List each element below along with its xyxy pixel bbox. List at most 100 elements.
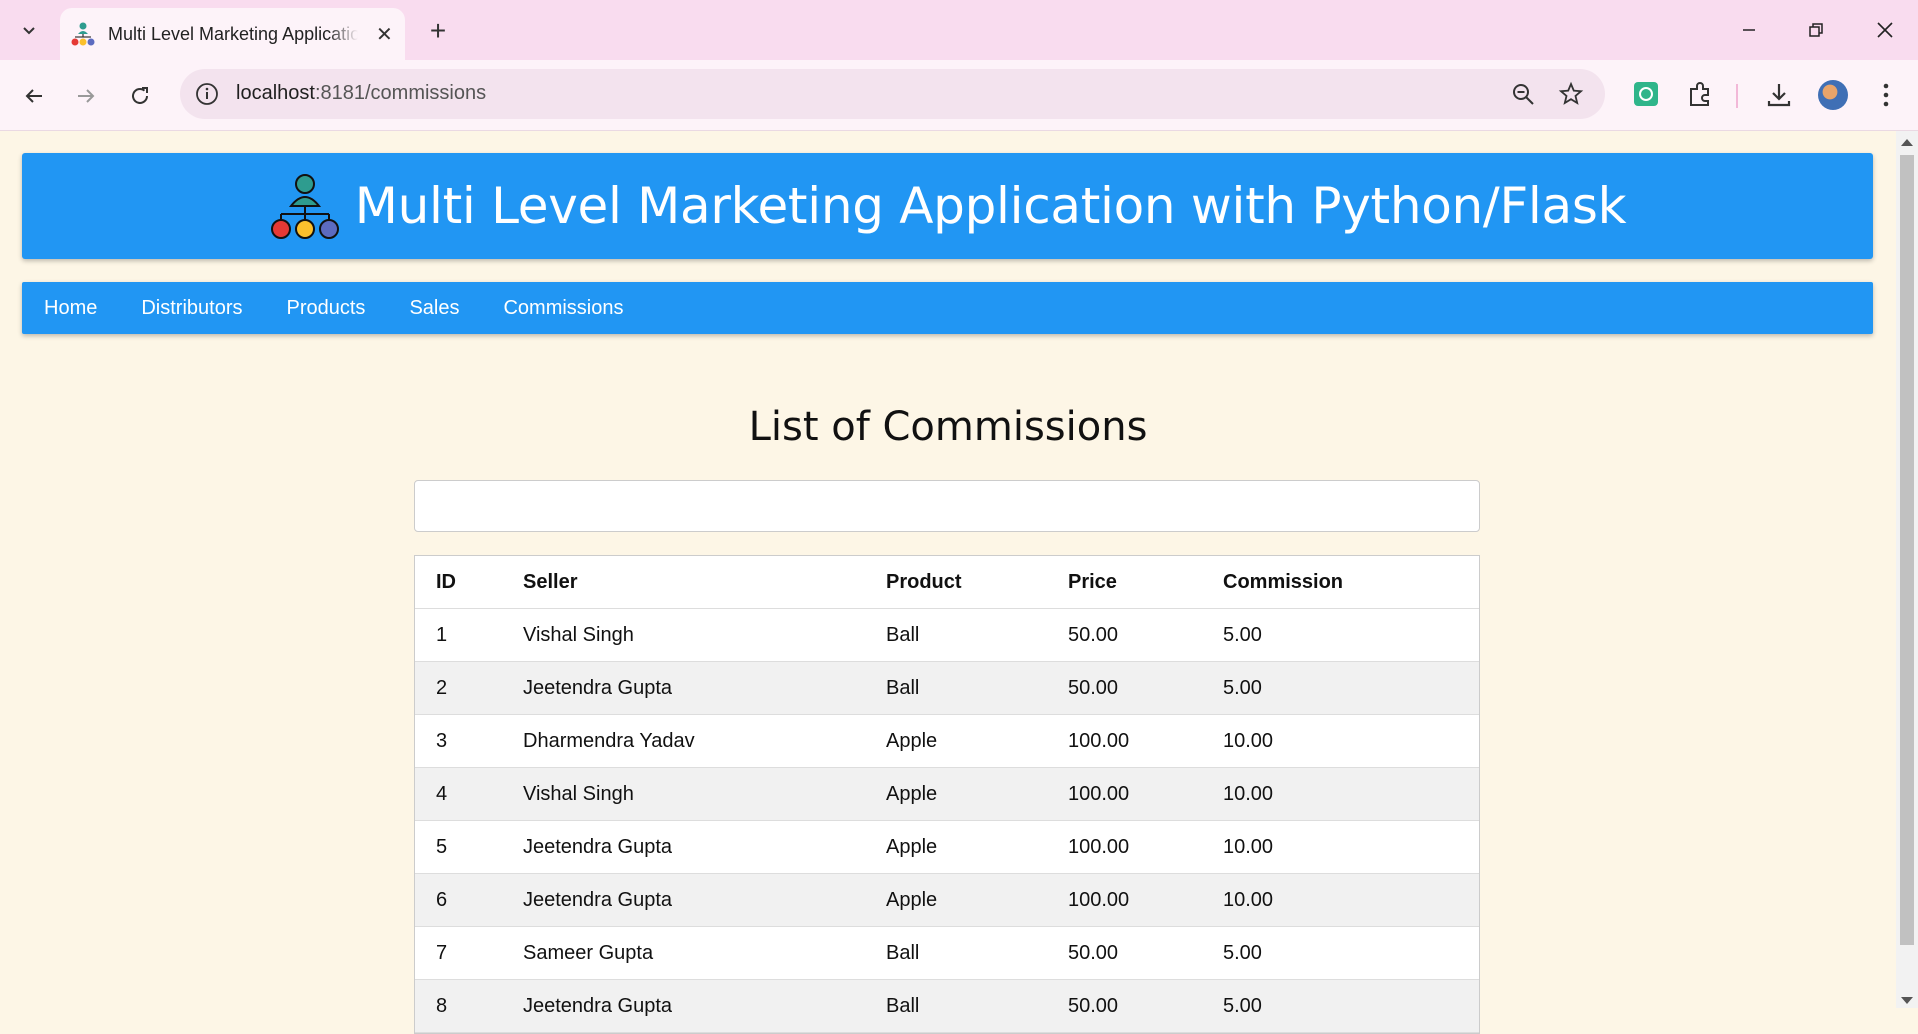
scroll-up-icon[interactable] <box>1901 139 1913 146</box>
profile-avatar[interactable] <box>1818 80 1848 110</box>
column-header-seller[interactable]: Seller <box>523 556 886 609</box>
minimize-icon <box>1743 29 1755 31</box>
tab-title: Multi Level Marketing Application with P… <box>108 23 358 44</box>
cell-seller: Dharmendra Yadav <box>523 714 886 768</box>
cell-product: Ball <box>886 608 1068 662</box>
cell-product: Ball <box>886 926 1068 980</box>
nav-home[interactable]: Home <box>22 282 119 334</box>
cell-product: Apple <box>886 767 1068 821</box>
page-title: List of Commissions <box>748 404 1148 450</box>
browser-tab-strip: Multi Level Marketing Application with P… <box>0 0 1918 60</box>
cell-commission: 5.00 <box>1223 661 1479 715</box>
more-menu-icon[interactable] <box>1876 81 1896 109</box>
browser-toolbar: localhost:8181/commissions <box>0 60 1918 131</box>
network-people-icon <box>270 174 339 239</box>
page-scrollbar[interactable] <box>1896 131 1918 1008</box>
back-button[interactable] <box>14 76 54 116</box>
cell-id: 7 <box>415 926 523 980</box>
nav-distributors[interactable]: Distributors <box>119 282 264 334</box>
cell-seller: Jeetendra Gupta <box>523 820 886 874</box>
table-row: 2 Jeetendra Gupta Ball 50.00 5.00 <box>415 661 1479 715</box>
cell-commission: 10.00 <box>1223 714 1479 768</box>
nav-commissions[interactable]: Commissions <box>481 282 645 334</box>
column-header-commission[interactable]: Commission <box>1223 556 1479 609</box>
close-tab-icon[interactable]: ✕ <box>376 22 393 47</box>
cell-seller: Jeetendra Gupta <box>523 873 886 927</box>
cell-id: 4 <box>415 767 523 821</box>
cell-id: 2 <box>415 661 523 715</box>
table-row: 4 Vishal Singh Apple 100.00 10.00 <box>415 767 1479 821</box>
cell-id: 3 <box>415 714 523 768</box>
cell-commission: 5.00 <box>1223 926 1479 980</box>
cell-price: 50.00 <box>1068 926 1223 980</box>
arrow-right-icon <box>78 89 95 103</box>
cell-product: Ball <box>886 979 1068 1033</box>
page-viewport: Multi Level Marketing Application with P… <box>0 131 1896 1034</box>
column-header-id[interactable]: ID <box>415 556 523 609</box>
table-row: 1 Vishal Singh Ball 50.00 5.00 <box>415 608 1479 662</box>
cell-seller: Jeetendra Gupta <box>523 661 886 715</box>
url-host: localhost <box>236 82 315 104</box>
url-text[interactable]: localhost:8181/commissions <box>236 82 486 105</box>
address-bar[interactable]: localhost:8181/commissions <box>180 69 1605 119</box>
cell-price: 100.00 <box>1068 767 1223 821</box>
close-window-button[interactable] <box>1863 10 1907 50</box>
toolbar-separator <box>1736 84 1738 108</box>
extension-sync-icon[interactable] <box>1633 81 1659 107</box>
scroll-down-icon[interactable] <box>1901 997 1913 1004</box>
cell-commission: 10.00 <box>1223 820 1479 874</box>
table-header-row: ID Seller Product Price Commission <box>415 556 1479 609</box>
cell-seller: Jeetendra Gupta <box>523 979 886 1033</box>
table-row: 6 Jeetendra Gupta Apple 100.00 10.00 <box>415 873 1479 927</box>
reload-button[interactable] <box>120 76 160 116</box>
new-tab-button[interactable]: + <box>420 14 456 48</box>
zoom-icon[interactable] <box>1510 81 1536 107</box>
commissions-table: ID Seller Product Price Commission 1 Vis… <box>414 555 1480 1034</box>
cell-price: 50.00 <box>1068 661 1223 715</box>
tab-search-button[interactable] <box>12 14 46 48</box>
cell-product: Apple <box>886 820 1068 874</box>
site-header: Multi Level Marketing Application with P… <box>22 153 1873 259</box>
cell-price: 50.00 <box>1068 979 1223 1033</box>
cell-id: 8 <box>415 979 523 1033</box>
cell-commission: 5.00 <box>1223 979 1479 1033</box>
table-row: 5 Jeetendra Gupta Apple 100.00 10.00 <box>415 820 1479 874</box>
arrow-left-icon <box>25 89 42 103</box>
cell-product: Apple <box>886 714 1068 768</box>
reload-icon <box>132 87 148 104</box>
table-row: 3 Dharmendra Yadav Apple 100.00 10.00 <box>415 714 1479 768</box>
cell-price: 50.00 <box>1068 608 1223 662</box>
scroll-thumb[interactable] <box>1900 155 1914 945</box>
cell-commission: 10.00 <box>1223 767 1479 821</box>
site-info-icon[interactable] <box>194 81 220 107</box>
restore-button[interactable] <box>1794 10 1838 50</box>
cell-id: 5 <box>415 820 523 874</box>
cell-seller: Vishal Singh <box>523 608 886 662</box>
cell-seller: Sameer Gupta <box>523 926 886 980</box>
url-path: :8181/commissions <box>314 82 487 104</box>
nav-products[interactable]: Products <box>265 282 388 334</box>
column-header-product[interactable]: Product <box>886 556 1068 609</box>
browser-tab-active[interactable]: Multi Level Marketing Application with P… <box>60 8 405 60</box>
bookmark-star-icon[interactable] <box>1558 81 1584 107</box>
cell-product: Apple <box>886 873 1068 927</box>
column-header-price[interactable]: Price <box>1068 556 1223 609</box>
cell-commission: 10.00 <box>1223 873 1479 927</box>
cell-id: 1 <box>415 608 523 662</box>
cell-price: 100.00 <box>1068 873 1223 927</box>
close-icon <box>1877 22 1893 38</box>
cell-price: 100.00 <box>1068 714 1223 768</box>
nav-sales[interactable]: Sales <box>387 282 481 334</box>
forward-button[interactable] <box>66 76 106 116</box>
table-row: 8 Jeetendra Gupta Ball 50.00 5.00 <box>415 979 1479 1033</box>
search-input[interactable] <box>414 480 1480 532</box>
network-people-icon <box>71 22 95 46</box>
cell-commission: 5.00 <box>1223 608 1479 662</box>
cell-seller: Vishal Singh <box>523 767 886 821</box>
extensions-puzzle-icon[interactable] <box>1686 81 1714 109</box>
site-title: Multi Level Marketing Application with P… <box>354 177 1627 235</box>
cell-id: 6 <box>415 873 523 927</box>
main-nav: Home Distributors Products Sales Commiss… <box>22 282 1873 334</box>
minimize-button[interactable] <box>1727 10 1771 50</box>
download-icon[interactable] <box>1765 81 1793 109</box>
